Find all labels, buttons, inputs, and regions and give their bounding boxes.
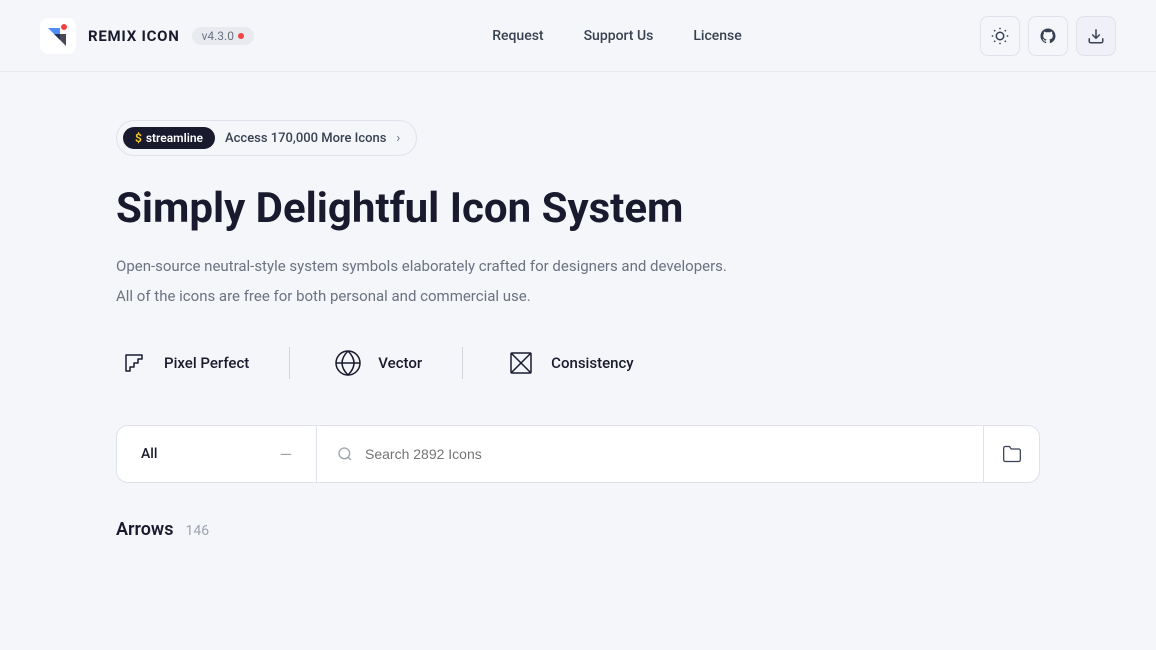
consistency-icon — [503, 345, 539, 381]
vector-icon — [330, 345, 366, 381]
banner-arrow: › — [396, 131, 400, 146]
streamline-banner[interactable]: $ streamline Access 170,000 More Icons › — [116, 120, 417, 156]
consistency-label: Consistency — [551, 354, 633, 372]
category-selector[interactable]: All — — [117, 426, 317, 482]
section-title: Arrows — [116, 519, 173, 540]
category-label: All — [141, 446, 157, 462]
feature-pixel-perfect: Pixel Perfect — [116, 345, 289, 381]
nav-request[interactable]: Request — [492, 28, 543, 44]
feature-vector: Vector — [330, 345, 462, 381]
feature-divider-2 — [462, 347, 463, 379]
folder-icon — [1002, 444, 1022, 464]
folder-button[interactable] — [983, 426, 1039, 482]
hero-desc-2: All of the icons are free for both perso… — [116, 284, 1040, 310]
vector-label: Vector — [378, 354, 422, 372]
version-dot — [238, 33, 244, 39]
sun-icon — [991, 27, 1009, 45]
download-button[interactable] — [1076, 16, 1116, 56]
nav-license[interactable]: License — [693, 28, 741, 44]
version-badge: v4.3.0 — [192, 27, 254, 45]
main-content: $ streamline Access 170,000 More Icons ›… — [0, 72, 1156, 588]
pixel-perfect-icon — [116, 345, 152, 381]
dollar-icon: $ — [135, 131, 142, 145]
category-collapse-icon: — — [280, 445, 293, 464]
hero-title: Simply Delightful Icon System — [116, 184, 1040, 234]
streamline-badge: $ streamline — [123, 127, 215, 149]
download-icon — [1087, 27, 1105, 45]
features-row: Pixel Perfect Vector Consistency — [116, 345, 1040, 381]
nav-support[interactable]: Support Us — [584, 28, 654, 44]
search-icon — [337, 446, 353, 462]
brand-name: REMIX ICON — [88, 27, 180, 45]
github-button[interactable] — [1028, 16, 1068, 56]
section-arrows: Arrows 146 — [116, 519, 1040, 540]
banner-text: Access 170,000 More Icons — [225, 131, 386, 146]
site-header: REMIX ICON v4.3.0 Request Support Us Lic… — [0, 0, 1156, 72]
main-nav: Request Support Us License — [492, 28, 742, 44]
search-input-wrapper — [317, 426, 983, 482]
search-section: All — — [116, 425, 1040, 483]
search-input[interactable] — [365, 446, 963, 462]
github-icon — [1039, 27, 1057, 45]
header-right — [980, 16, 1116, 56]
hero-desc-1: Open-source neutral-style system symbols… — [116, 254, 1040, 280]
theme-toggle-button[interactable] — [980, 16, 1020, 56]
feature-consistency: Consistency — [503, 345, 673, 381]
logo-icon — [40, 18, 76, 54]
pixel-perfect-label: Pixel Perfect — [164, 354, 249, 372]
header-left: REMIX ICON v4.3.0 — [40, 18, 254, 54]
feature-divider-1 — [289, 347, 290, 379]
section-count: 146 — [185, 523, 209, 539]
